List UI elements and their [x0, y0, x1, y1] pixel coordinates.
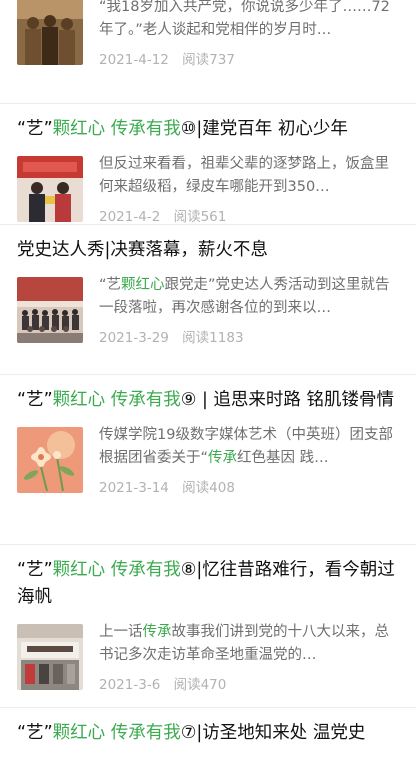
article-excerpt: “艺颗红心跟党走”党史达人秀活动到这里就告一段落啦，再次感谢各位的到来以…: [99, 274, 402, 320]
article-read-count: 阅读561: [173, 209, 227, 225]
article-item[interactable]: “艺”颗红心 传承有我⑩|建党百年 初心少年 但反过来看看，祖辈父辈的逐梦路上，…: [0, 104, 416, 225]
article-item[interactable]: “艺”颗红心 传承有我⑧|忆往昔路难行，看今朝过海帆 上一话传承故事我们讲到党的…: [0, 545, 416, 708]
article-read-count: 阅读737: [182, 52, 235, 68]
article-read-count: 阅读1183: [182, 330, 244, 346]
article-excerpt: 但反过来看看，祖辈父辈的逐梦路上，饭盒里何来超级稻，绿皮车哪能开到350…: [99, 156, 389, 195]
article-title[interactable]: “艺”颗红心 传承有我⑩|建党百年 初心少年: [17, 104, 402, 143]
excerpt-text: “艺: [99, 277, 122, 293]
excerpt-highlight: 颗红心: [121, 277, 165, 293]
title-text: ⑩|建党百年 初心少年: [180, 119, 348, 139]
article-date: 2021-3-6: [99, 677, 161, 693]
title-text: 党史达人秀|决赛落幕，薪火不息: [17, 240, 268, 260]
title-text: “艺”: [17, 723, 53, 743]
excerpt-text: 红色基因 践…: [237, 450, 329, 466]
article-date: 2021-3-29: [99, 330, 169, 346]
article-thumbnail[interactable]: [17, 0, 83, 65]
article-title[interactable]: 党史达人秀|决赛落幕，薪火不息: [17, 225, 402, 264]
title-highlight: 颗红心 传承有我: [52, 560, 181, 580]
article-meta: 2021-4-2 阅读561: [99, 208, 402, 226]
article-meta: 2021-4-12 阅读737: [99, 51, 402, 69]
article-item[interactable]: “艺”颗红心 传承有我⑨ | 追思来时路 铭肌镂骨情 传媒学院19级数字媒体艺术…: [0, 375, 416, 545]
article-item[interactable]: “我18岁加入共产党，你说说多少年了……72年了。”老人谈起和党相伴的岁月时… …: [0, 0, 416, 104]
article-date: 2021-4-12: [99, 52, 169, 68]
article-meta: 2021-3-6 阅读470: [99, 676, 402, 694]
article-excerpt: 上一话传承故事我们讲到党的十八大以来，总书记多次走访革命圣地重温党的…: [99, 621, 402, 667]
article-excerpt: “我18岁加入共产党，你说说多少年了……72年了。”老人谈起和党相伴的岁月时…: [99, 0, 390, 38]
title-text: ⑨ | 追思来时路 铭肌镂骨情: [180, 390, 394, 410]
article-date: 2021-4-2: [99, 209, 161, 225]
article-title[interactable]: “艺”颗红心 传承有我⑦|访圣地知来处 温党史: [17, 708, 402, 747]
article-thumbnail[interactable]: [17, 624, 83, 690]
title-text: ⑦|访圣地知来处 温党史: [180, 723, 366, 743]
article-thumbnail[interactable]: [17, 427, 83, 493]
article-excerpt: 传媒学院19级数字媒体艺术（中英班）团支部根据团省委关于“传承红色基因 践…: [99, 424, 402, 470]
title-highlight: 颗红心 传承有我: [52, 390, 181, 410]
title-highlight: 颗红心 传承有我: [52, 723, 181, 743]
article-read-count: 阅读470: [173, 677, 227, 693]
excerpt-highlight: 传承: [142, 624, 172, 640]
article-thumbnail[interactable]: [17, 156, 83, 222]
title-highlight: 颗红心 传承有我: [52, 119, 181, 139]
article-title[interactable]: “艺”颗红心 传承有我⑧|忆往昔路难行，看今朝过海帆: [17, 545, 402, 611]
article-read-count: 阅读408: [182, 480, 235, 496]
historic-group-photo-icon: [17, 0, 83, 65]
excerpt-highlight: 传承: [208, 450, 238, 466]
article-item[interactable]: 党史达人秀|决赛落幕，薪火不息 “艺颗红心跟党走”党史达人秀活动到这里就告一段落…: [0, 225, 416, 375]
title-text: “艺”: [17, 390, 53, 410]
article-title[interactable]: “艺”颗红心 传承有我⑨ | 追思来时路 铭肌镂骨情: [17, 375, 402, 414]
article-thumbnail[interactable]: [17, 277, 83, 343]
article-date: 2021-3-14: [99, 480, 169, 496]
article-meta: 2021-3-14 阅读408: [99, 479, 402, 497]
article-item[interactable]: “艺”颗红心 传承有我⑦|访圣地知来处 温党史: [0, 708, 416, 766]
exhibition-hall-photo-icon: [17, 624, 83, 690]
title-text: “艺”: [17, 560, 53, 580]
excerpt-text: 上一话: [99, 624, 143, 640]
title-text: “艺”: [17, 119, 53, 139]
article-list: “我18岁加入共产党，你说说多少年了……72年了。”老人谈起和党相伴的岁月时… …: [0, 0, 416, 766]
flower-illustration-icon: [17, 427, 83, 493]
award-ceremony-photo-icon: [17, 156, 83, 222]
group-stage-photo-icon: [17, 277, 83, 343]
article-meta: 2021-3-29 阅读1183: [99, 329, 402, 347]
